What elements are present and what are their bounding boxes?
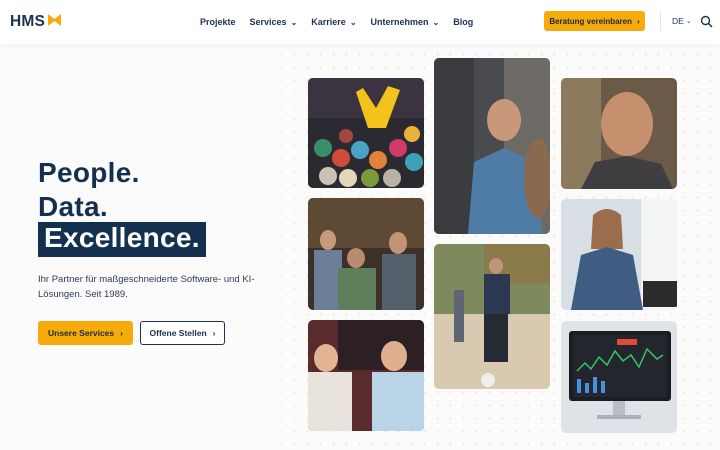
logo[interactable]: HMS	[10, 13, 62, 31]
chevron-down-icon: ⌄	[290, 17, 298, 27]
hero-title-data: Data.	[38, 191, 108, 222]
nav-item-projekte[interactable]: Projekte	[200, 17, 236, 27]
jobs-button[interactable]: Offene Stellen ›	[140, 321, 225, 345]
jobs-button-label: Offene Stellen	[149, 328, 207, 338]
chevron-down-icon: ⌄	[685, 18, 692, 25]
photo-colleagues-laughing	[308, 320, 424, 431]
nav-label: Projekte	[200, 17, 236, 27]
photo-team-discussion	[308, 198, 424, 310]
language-label: DE	[672, 16, 684, 26]
consultation-button[interactable]: Beratung vereinbaren ›	[544, 11, 645, 31]
photo-woman-laptop	[561, 199, 677, 310]
consultation-button-label: Beratung vereinbaren	[549, 16, 633, 26]
nav-item-unternehmen[interactable]: Unternehmen ⌄	[371, 17, 440, 27]
nav-item-blog[interactable]: Blog	[453, 17, 473, 27]
services-button-label: Unsere Services	[47, 328, 115, 338]
logo-text: HMS	[10, 13, 46, 30]
chevron-down-icon: ⌄	[432, 17, 440, 27]
nav-label: Unternehmen	[370, 17, 429, 27]
nav-label: Services	[249, 17, 287, 27]
header-divider	[660, 12, 661, 31]
photo-smiling-man	[434, 58, 550, 234]
search-icon[interactable]	[700, 15, 713, 28]
photo-spray-cans	[308, 78, 424, 188]
hero-title-people: People.	[38, 157, 140, 188]
nav-item-karriere[interactable]: Karriere ⌄	[311, 17, 356, 27]
nav-label: Karriere	[311, 17, 346, 27]
nav-item-services[interactable]: Services ⌄	[250, 17, 298, 27]
chevron-right-icon: ›	[637, 16, 640, 26]
photo-bald-man	[561, 78, 677, 189]
hero-subtitle: Ihr Partner für maßgeschneiderte Softwar…	[38, 274, 255, 300]
chevron-right-icon: ›	[120, 328, 123, 338]
language-switcher[interactable]: DE ⌄	[672, 16, 692, 26]
chevron-right-icon: ›	[212, 328, 216, 338]
hero-title-excellence: Excellence.	[38, 222, 206, 257]
photo-monitor-dashboard	[561, 321, 677, 433]
main-nav: Projekte Services ⌄ Karriere ⌄ Unternehm…	[200, 0, 487, 44]
site-header: HMS Projekte Services ⌄ Karriere ⌄ Unter…	[0, 0, 720, 44]
nav-label: Blog	[453, 17, 474, 27]
services-button[interactable]: Unsere Services ›	[38, 321, 133, 345]
chevron-down-icon: ⌄	[349, 17, 357, 27]
hms-logo-icon	[48, 13, 62, 31]
photo-football-outdoor	[434, 244, 550, 389]
